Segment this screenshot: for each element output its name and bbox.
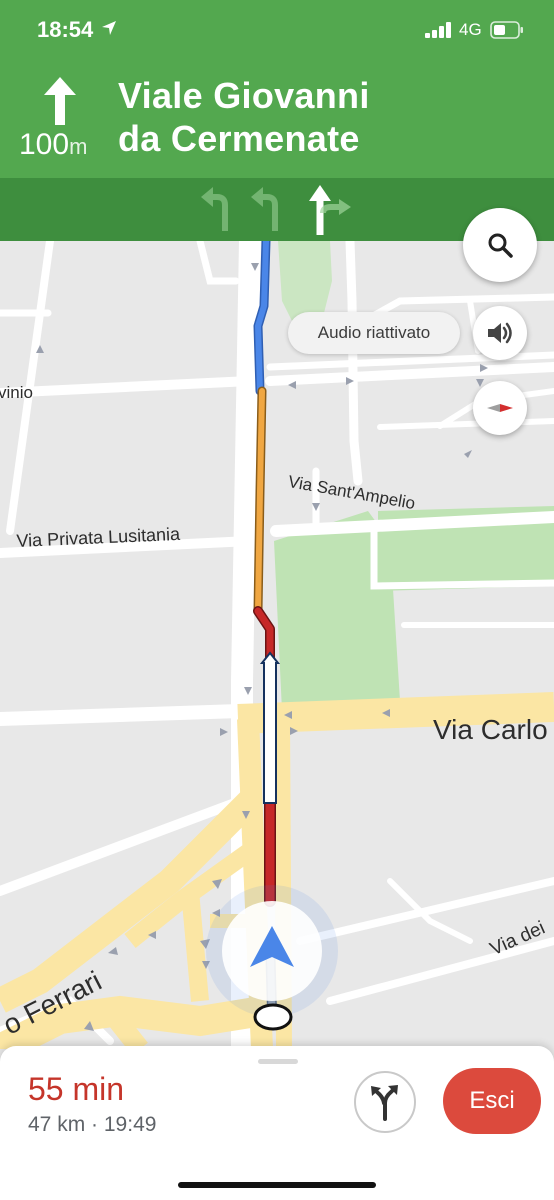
distance-value: 100 <box>19 128 70 161</box>
street-name-line-1: Viale Giovanni <box>118 75 370 116</box>
exit-navigation-button[interactable]: Esci <box>443 1068 541 1134</box>
trip-duration: 55 min <box>28 1071 125 1107</box>
route-end-marker <box>253 1003 293 1031</box>
home-indicator[interactable] <box>178 1182 376 1188</box>
lane-straight-right-icon <box>309 185 351 235</box>
arrival-time: 19:49 <box>103 1113 157 1136</box>
lane-left-turn-icon <box>201 187 228 231</box>
lane-left-turn-icon <box>251 187 278 231</box>
trip-details: 47 km · 19:49 <box>28 1113 156 1137</box>
search-icon <box>488 233 513 258</box>
lane-guidance <box>201 185 351 235</box>
map-label-via-carlo: Via Carlo <box>433 714 548 745</box>
network-type: 4G <box>459 20 482 39</box>
battery-icon <box>490 21 523 39</box>
audio-status-chip: Audio riattivato <box>288 312 460 354</box>
map-label-vinio: vinio <box>0 383 33 402</box>
distance-unit: m <box>69 134 88 159</box>
street-name-line-2: da Cermenate <box>118 118 360 159</box>
status-time: 18:54 <box>37 17 94 42</box>
route-fork-icon <box>371 1085 398 1121</box>
maneuver-route-arrow <box>259 651 281 804</box>
trip-summary-sheet[interactable]: 55 min 47 km · 19:49 Esci <box>0 1046 554 1200</box>
map-canvas[interactable] <box>0 241 554 1049</box>
trip-separator: · <box>91 1113 99 1136</box>
map-view[interactable]: vinio Via Sant'Ampelio Via Privata Lusit… <box>0 241 554 1049</box>
location-arrow-icon <box>102 21 116 35</box>
navigation-header: 18:54 4G 100m Viale Giovanni da Cermenat… <box>0 0 554 178</box>
speaker-icon <box>488 322 512 344</box>
trip-distance: 47 km <box>28 1113 86 1136</box>
compass-button[interactable] <box>473 381 527 435</box>
alternate-routes-button[interactable] <box>354 1071 416 1133</box>
status-bar: 18:54 4G <box>0 0 554 60</box>
search-button[interactable] <box>463 208 537 282</box>
compass-icon <box>487 404 513 412</box>
park-area <box>278 241 332 321</box>
sound-button[interactable] <box>473 306 527 360</box>
signal-bars-icon <box>425 22 451 38</box>
sheet-drag-handle[interactable] <box>258 1059 298 1064</box>
straight-arrow-icon <box>44 77 76 125</box>
next-street-name: Viale Giovanni da Cermenate <box>118 74 538 160</box>
maneuver-distance: 100m <box>19 128 87 162</box>
